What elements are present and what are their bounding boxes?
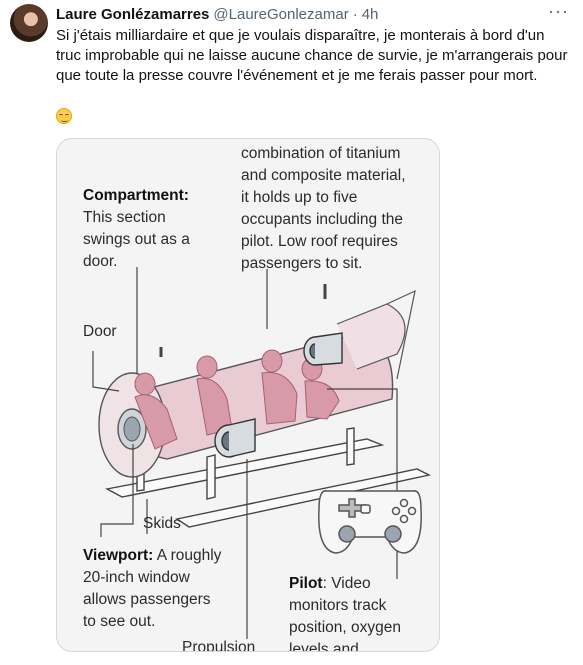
viewport-label: Viewport: A roughly 20-inch window allow… [83,545,221,633]
compartment-line-1: This section [83,209,166,226]
viewport-line-4: to see out. [83,613,156,630]
pilot-title: Pilot [289,575,323,592]
hull-line-6: passengers to sit. [241,255,363,272]
header-separator: · [352,5,358,23]
timestamp[interactable]: 4h [362,6,379,23]
tweet[interactable]: Laure Gonlézamarres @LaureGonlezamar · 4… [0,0,583,665]
author-handle[interactable]: @LaureGonlezamar [213,6,348,23]
hull-line-4: occupants including the [241,211,404,228]
gamepad-controller-drawing [318,490,422,554]
pilot-label: Pilot: Video monitors track position, ox… [289,573,402,652]
pilot-line-3: position, oxygen [289,619,402,636]
viewport-title: Viewport: [83,547,154,564]
compartment-label: Compartment: This section swings out as … [83,185,190,273]
compartment-line-2: swings out as a [83,231,190,248]
propulsion-label: Propulsion [182,639,256,652]
pilot-line-1: : Video [322,575,371,592]
more-options-icon[interactable]: ··· [548,1,569,22]
pilot-line-2: monitors track [289,597,387,614]
compartment-title: Compartment: [83,187,189,204]
hull-line-5: pilot. Low roof requires [241,233,398,250]
viewport-line-1: A roughly [153,547,222,564]
hull-line-2: and composite material, [241,167,406,184]
hull-line-3: it holds up to five [241,189,358,206]
tweet-header: Laure Gonlézamarres @LaureGonlezamar · 4… [56,4,378,24]
hull-line-1: combination of titanium [241,145,401,162]
avatar[interactable] [10,4,48,42]
compartment-line-3: door. [83,253,118,270]
viewport-line-2: 20-inch window [83,569,190,586]
hull-description: combination of titanium and composite ma… [241,143,406,275]
tweet-media-image[interactable]: combination of titanium and composite ma… [56,138,440,652]
door-label: Door [83,323,117,340]
tweet-text: Si j'étais milliardaire et que je voulai… [56,27,568,84]
pilot-line-4: levels and [289,641,359,652]
viewport-line-3: allows passengers [83,591,211,608]
smirking-face-emoji-icon [56,108,72,124]
skids-label: Skids [143,515,181,532]
author-name[interactable]: Laure Gonlézamarres [56,6,209,23]
